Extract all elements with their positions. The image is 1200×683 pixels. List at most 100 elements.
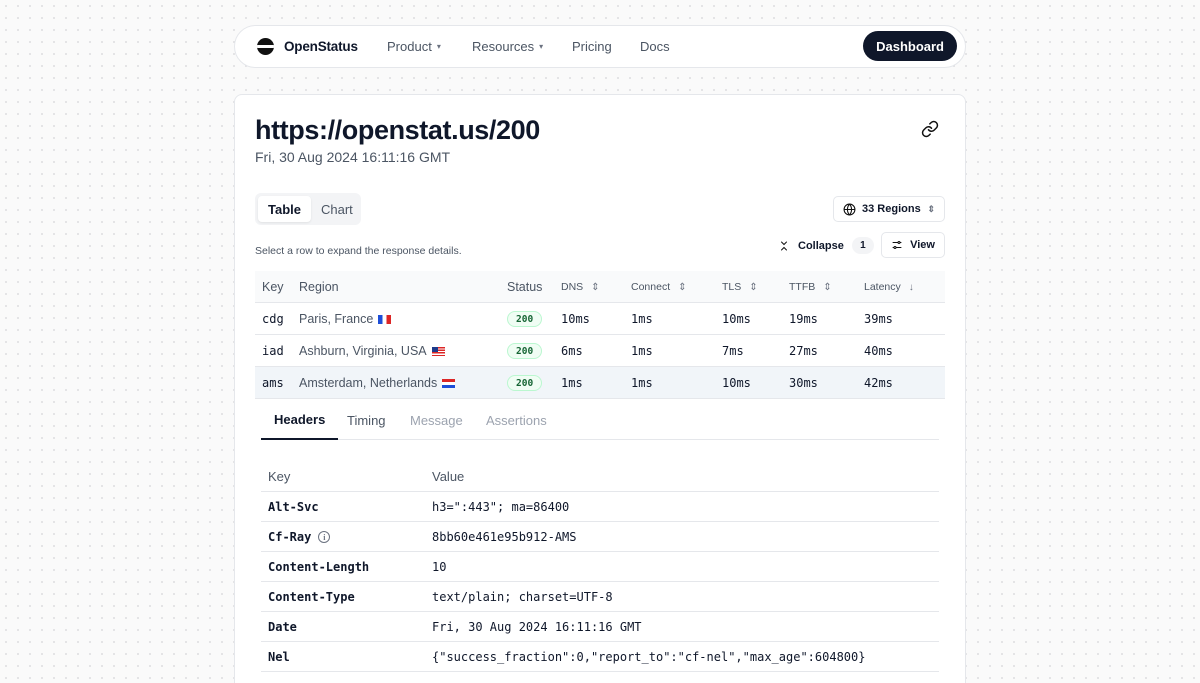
header-key: Alt-Svc <box>268 500 319 514</box>
nav-resources-label: Resources <box>472 39 535 54</box>
row-latency: 42ms <box>864 376 893 390</box>
view-options-button[interactable]: View <box>881 232 945 258</box>
info-icon[interactable]: i <box>318 531 331 543</box>
status-badge: 200 <box>507 311 543 327</box>
netherlands-flag-icon <box>442 378 456 388</box>
row-dns: 10ms <box>561 312 590 326</box>
page-title: https://openstat.us/200 <box>255 115 540 145</box>
row-latency: 39ms <box>864 312 893 326</box>
sort-icon: ⇕ <box>591 281 600 293</box>
region-label: Paris, France <box>299 312 374 326</box>
row-ttfb: 27ms <box>789 344 818 358</box>
nav-docs[interactable]: Docs <box>640 39 670 54</box>
row-status: 200 <box>507 303 543 335</box>
collapse-icon <box>781 241 787 250</box>
row-tls: 10ms <box>722 376 751 390</box>
row-latency: 40ms <box>864 344 893 358</box>
nav-pricing[interactable]: Pricing <box>572 39 612 54</box>
row-connect: 1ms <box>631 344 653 358</box>
header-key: Cf-Ray <box>268 530 312 544</box>
chevrons-up-down-icon: ⇕ <box>927 203 935 214</box>
region-label: Amsterdam, Netherlands <box>299 376 438 390</box>
header-row: Content-Length 10 <box>261 552 939 582</box>
table-header: Key Region Status DNS ⇕ Connect ⇕ TLS ⇕ TTF… <box>255 271 945 303</box>
header-value: 10 <box>432 560 447 574</box>
sliders-icon <box>892 241 902 249</box>
col-tls-label: TLS <box>722 281 742 293</box>
row-dns: 6ms <box>561 344 583 358</box>
header-value: text/plain; charset=UTF-8 <box>432 590 613 604</box>
tab-chart[interactable]: Chart <box>311 196 363 222</box>
header-row: Date Fri, 30 Aug 2024 16:11:16 GMT <box>261 612 939 642</box>
openstatus-logo-icon <box>257 38 274 55</box>
col-connect[interactable]: Connect ⇕ <box>631 271 687 303</box>
row-key: ams <box>262 376 284 390</box>
row-region: Paris, France <box>299 303 392 335</box>
header-row: Cf-Ray i 8bb60e461e95b912-AMS <box>261 522 939 552</box>
sort-icon: ⇕ <box>749 281 758 293</box>
table-row[interactable]: cdg Paris, France 200 10ms 1ms 10ms 19ms… <box>255 303 945 335</box>
row-region: Ashburn, Virginia, USA <box>299 335 445 367</box>
results-table: Key Region Status DNS ⇕ Connect ⇕ TLS ⇕ TTF… <box>255 271 945 399</box>
status-badge: 200 <box>507 375 543 391</box>
col-latency[interactable]: Latency ↓ <box>864 271 914 303</box>
nav-resources[interactable]: Resources ▾ <box>472 39 543 54</box>
sort-desc-icon: ↓ <box>908 281 914 293</box>
row-dns: 1ms <box>561 376 583 390</box>
regions-select[interactable]: 33 Regions ⇕ <box>833 196 945 222</box>
col-ttfb[interactable]: TTFB ⇕ <box>789 271 832 303</box>
check-result-card: https://openstat.us/200 Fri, 30 Aug 2024… <box>234 94 966 683</box>
brand-logo[interactable]: OpenStatus <box>257 38 358 55</box>
dashboard-button[interactable]: Dashboard <box>863 31 957 61</box>
col-dns[interactable]: DNS ⇕ <box>561 271 600 303</box>
collapse-label: Collapse <box>798 239 844 252</box>
nav-product[interactable]: Product ▾ <box>387 39 441 54</box>
header-key: Nel <box>268 650 290 664</box>
row-key: iad <box>262 344 284 358</box>
col-latency-label: Latency <box>864 281 901 293</box>
tab-headers[interactable]: Headers <box>261 400 339 440</box>
collapse-count-badge: 1 <box>851 237 874 254</box>
region-label: Ashburn, Virginia, USA <box>299 344 427 358</box>
table-hint: Select a row to expand the response deta… <box>255 245 462 257</box>
header-value: h3=":443"; ma=86400 <box>432 500 570 514</box>
header-row: Content-Type text/plain; charset=UTF-8 <box>261 582 939 612</box>
header-key: Content-Length <box>268 560 370 574</box>
copy-link-icon[interactable] <box>921 120 939 138</box>
chevron-down-icon: ▾ <box>436 42 441 51</box>
row-connect: 1ms <box>631 376 653 390</box>
sort-icon: ⇕ <box>678 281 687 293</box>
tab-table[interactable]: Table <box>258 196 311 222</box>
col-region: Region <box>299 280 339 294</box>
tab-timing[interactable]: Timing <box>347 400 386 440</box>
header-row: Alt-Svc h3=":443"; ma=86400 <box>261 492 939 522</box>
usa-flag-icon <box>431 346 445 356</box>
header-value: {"success_fraction":0,"report_to":"cf-ne… <box>432 650 866 664</box>
header-key: Content-Type <box>268 590 355 604</box>
col-key: Key <box>262 280 284 294</box>
view-toggle: Table Chart <box>255 193 361 225</box>
headers-table: Key Value Alt-Svc h3=":443"; ma=86400 Cf… <box>261 460 939 672</box>
table-row-selected[interactable]: ams Amsterdam, Netherlands 200 1ms 1ms 1… <box>255 367 945 399</box>
chevron-down-icon: ▾ <box>539 42 544 51</box>
regions-label: 33 Regions <box>862 203 921 215</box>
row-ttfb: 19ms <box>789 312 818 326</box>
header-key: Date <box>268 620 297 634</box>
col-dns-label: DNS <box>561 281 584 293</box>
collapse-button[interactable]: Collapse 1 <box>778 237 874 254</box>
tab-message[interactable]: Message <box>410 400 463 440</box>
headers-table-header: Key Value <box>261 460 939 492</box>
tab-assertions[interactable]: Assertions <box>486 400 547 440</box>
row-connect: 1ms <box>631 312 653 326</box>
view-label: View <box>910 239 935 251</box>
col-tls[interactable]: TLS ⇕ <box>722 271 758 303</box>
col-header-value: Value <box>432 468 465 484</box>
globe-icon <box>843 203 856 215</box>
row-tls: 7ms <box>722 344 744 358</box>
status-badge: 200 <box>507 343 543 359</box>
brand-name: OpenStatus <box>284 39 358 54</box>
header-key-with-info: Cf-Ray i <box>268 522 331 552</box>
table-row[interactable]: iad Ashburn, Virginia, USA 200 6ms 1ms 7… <box>255 335 945 367</box>
row-tls: 10ms <box>722 312 751 326</box>
header-row: Nel {"success_fraction":0,"report_to":"c… <box>261 642 939 672</box>
